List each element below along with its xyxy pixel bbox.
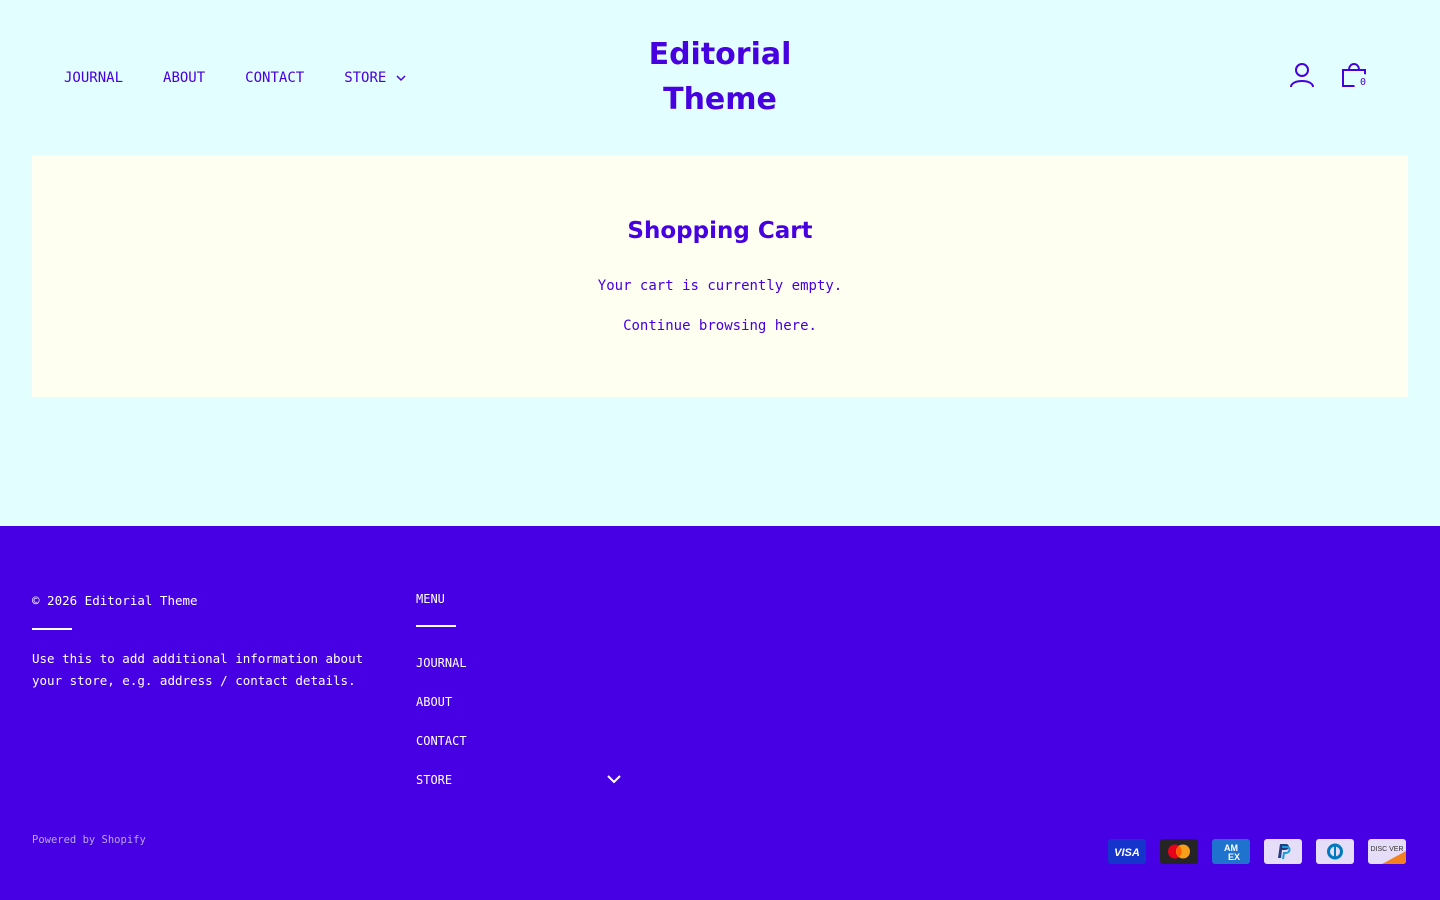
main-nav: JOURNAL ABOUT CONTACT STORE — [64, 70, 446, 86]
payment-icons: VISA AM EX DISC VER — [1108, 839, 1406, 864]
footer-menu-store[interactable]: STORE — [416, 773, 621, 812]
chevron-down-icon — [396, 70, 406, 86]
footer-menu-label: ABOUT — [416, 695, 453, 709]
footer-menu-label: JOURNAL — [416, 656, 467, 670]
nav-contact[interactable]: CONTACT — [245, 70, 304, 86]
svg-text:EX: EX — [1228, 852, 1240, 862]
powered-by-link[interactable]: Powered by Shopify — [32, 834, 146, 846]
svg-text:VISA: VISA — [1114, 847, 1140, 859]
nav-journal[interactable]: JOURNAL — [64, 70, 123, 86]
footer-about-text: Use this to add additional information a… — [32, 651, 364, 688]
site-footer: © 2026 Editorial Theme Use this to add a… — [0, 526, 1440, 900]
cart-button[interactable]: 0 — [1340, 60, 1372, 94]
paypal-icon — [1264, 839, 1302, 864]
footer-menu: JOURNAL ABOUT CONTACT STORE — [416, 656, 621, 812]
footer-divider — [32, 628, 72, 630]
nav-about[interactable]: ABOUT — [163, 70, 205, 86]
footer-menu-about[interactable]: ABOUT — [416, 695, 621, 734]
continue-browsing-link[interactable]: here — [775, 318, 809, 334]
account-icon[interactable] — [1288, 60, 1316, 94]
continue-suffix: . — [808, 318, 817, 334]
footer-menu-journal[interactable]: JOURNAL — [416, 656, 621, 695]
site-logo[interactable]: Editorial Theme — [620, 32, 820, 122]
cart-empty-message: Your cart is currently empty. — [597, 278, 843, 294]
menu-heading-divider — [416, 625, 456, 627]
footer-menu-contact[interactable]: CONTACT — [416, 734, 621, 773]
continue-browsing-text: Continue browsing here. — [32, 318, 1408, 334]
footer-menu-label: STORE — [416, 773, 453, 787]
chevron-down-icon[interactable] — [607, 773, 621, 787]
logo-line-2: Theme — [663, 82, 777, 117]
header-icons: 0 — [1288, 60, 1372, 94]
diners-club-icon — [1316, 839, 1354, 864]
site-header: JOURNAL ABOUT CONTACT STORE Editorial Th… — [0, 0, 1440, 155]
cart-count-badge: 0 — [1354, 74, 1372, 92]
logo-line-1: Editorial — [648, 37, 792, 72]
visa-icon: VISA — [1108, 839, 1146, 864]
nav-store[interactable]: STORE — [344, 70, 406, 86]
amex-icon: AM EX — [1212, 839, 1250, 864]
footer-menu-heading: MENU — [416, 592, 445, 606]
page-title: Shopping Cart — [627, 218, 813, 244]
continue-prefix: Continue browsing — [623, 318, 775, 334]
nav-store-label: STORE — [344, 70, 387, 86]
footer-menu-label: CONTACT — [416, 734, 467, 748]
discover-icon: DISC VER — [1368, 839, 1406, 864]
cart-panel: Shopping Cart Your cart is currently emp… — [32, 155, 1408, 397]
mastercard-icon — [1160, 839, 1198, 864]
svg-text:DISC VER: DISC VER — [1370, 846, 1403, 853]
copyright: © 2026 Editorial Theme — [32, 593, 198, 608]
